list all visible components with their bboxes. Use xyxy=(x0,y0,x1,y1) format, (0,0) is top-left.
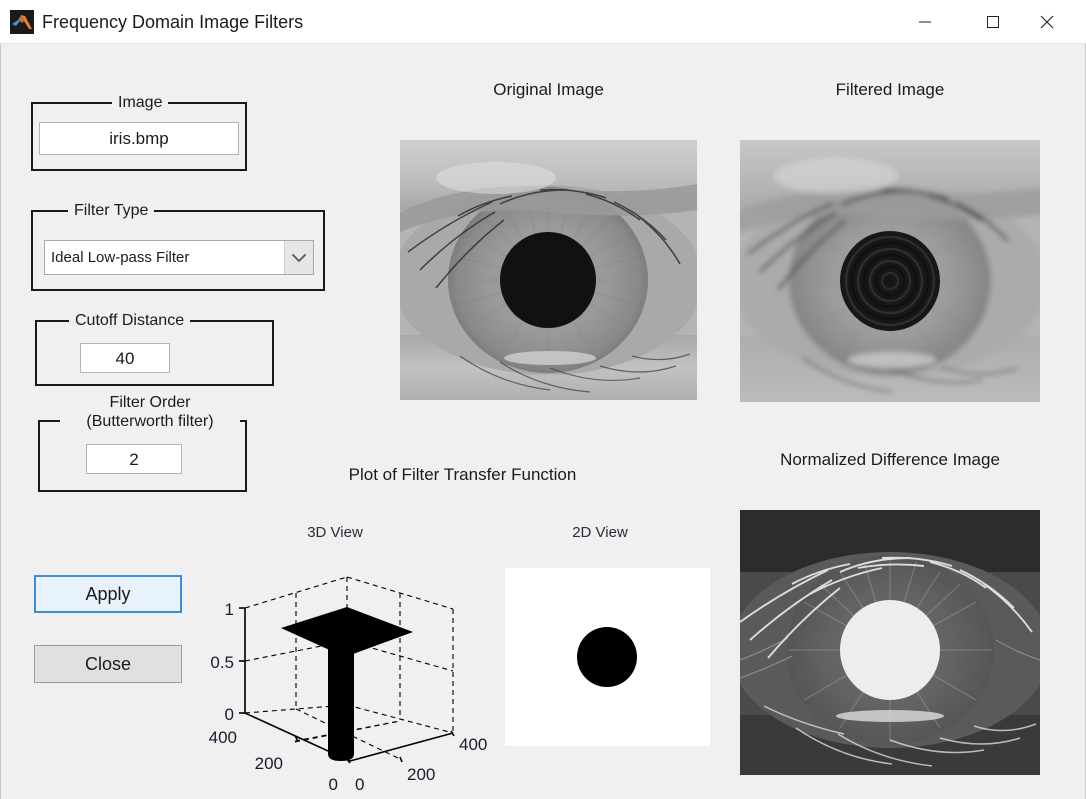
difference-image-display: https://blog.csdn.net/TIQCmatlab xyxy=(740,510,1040,775)
cutoff-distance-group-label: Cutoff Distance xyxy=(69,312,191,330)
filter-2d-view-axes xyxy=(505,568,710,746)
x-tick-0: 0 xyxy=(355,775,364,790)
close-icon xyxy=(1040,15,1054,29)
filter-2d-plot xyxy=(505,568,710,746)
eye-difference-graphic xyxy=(740,510,1040,775)
eye-original-graphic xyxy=(400,140,697,400)
y-tick-400: 400 xyxy=(209,728,237,747)
filtered-image-title: Filtered Image xyxy=(835,80,945,99)
transfer-function-title: Plot of Filter Transfer Function xyxy=(348,465,577,484)
ringing-artifact xyxy=(840,231,940,331)
z-tick-0: 0 xyxy=(225,705,234,724)
minimize-icon xyxy=(919,21,931,23)
view-3d-title: 3D View xyxy=(307,524,363,541)
filter-type-group-label: Filter Type xyxy=(68,202,155,220)
filtered-image-display xyxy=(740,140,1040,402)
close-button[interactable]: Close xyxy=(34,645,182,683)
maximize-icon xyxy=(987,16,999,28)
maximize-button[interactable] xyxy=(970,0,1016,44)
close-window-button[interactable] xyxy=(1024,0,1070,44)
filter-type-dropdown[interactable]: Ideal Low-pass Filter xyxy=(44,240,314,275)
filter-3d-plot: 1 0.5 0 400 200 0 0 200 400 xyxy=(209,576,487,790)
y-tick-0: 0 xyxy=(329,775,338,790)
z-tick-1: 1 xyxy=(225,600,234,619)
image-filename-field[interactable]: iris.bmp xyxy=(39,122,239,155)
chevron-down-icon[interactable] xyxy=(284,241,313,274)
x-tick-200: 200 xyxy=(407,765,435,784)
window-title: Frequency Domain Image Filters xyxy=(42,12,304,32)
eye-filtered-graphic xyxy=(740,140,1040,402)
original-image-title: Original Image xyxy=(493,80,604,99)
title-bar: Frequency Domain Image Filters xyxy=(0,0,1086,44)
filter-3d-view-axes: 1 0.5 0 400 200 0 0 200 400 xyxy=(195,545,495,790)
difference-image-title: Normalized Difference Image xyxy=(780,450,1000,469)
y-tick-200: 200 xyxy=(255,754,283,773)
apply-button[interactable]: Apply xyxy=(34,575,182,613)
filter-type-selected-value: Ideal Low-pass Filter xyxy=(51,249,190,266)
window-frame-left xyxy=(0,44,1,799)
matlab-icon xyxy=(10,10,34,34)
filter-order-field[interactable]: 2 xyxy=(86,444,182,474)
image-group-label: Image xyxy=(112,94,169,112)
x-tick-400: 400 xyxy=(459,735,487,754)
original-image-display xyxy=(400,140,697,400)
application-window: Frequency Domain Image Filters Image iri… xyxy=(0,0,1086,799)
filter-order-group-label: Filter Order (Butterworth filter) xyxy=(60,393,240,431)
filter-order-label-line2: (Butterworth filter) xyxy=(86,413,214,430)
cutoff-distance-field[interactable]: 40 xyxy=(80,343,170,373)
minimize-button[interactable] xyxy=(902,0,948,44)
view-2d-title: 2D View xyxy=(572,524,628,541)
filter-order-label-line1: Filter Order xyxy=(109,394,191,411)
z-tick-0point5: 0.5 xyxy=(210,653,234,672)
